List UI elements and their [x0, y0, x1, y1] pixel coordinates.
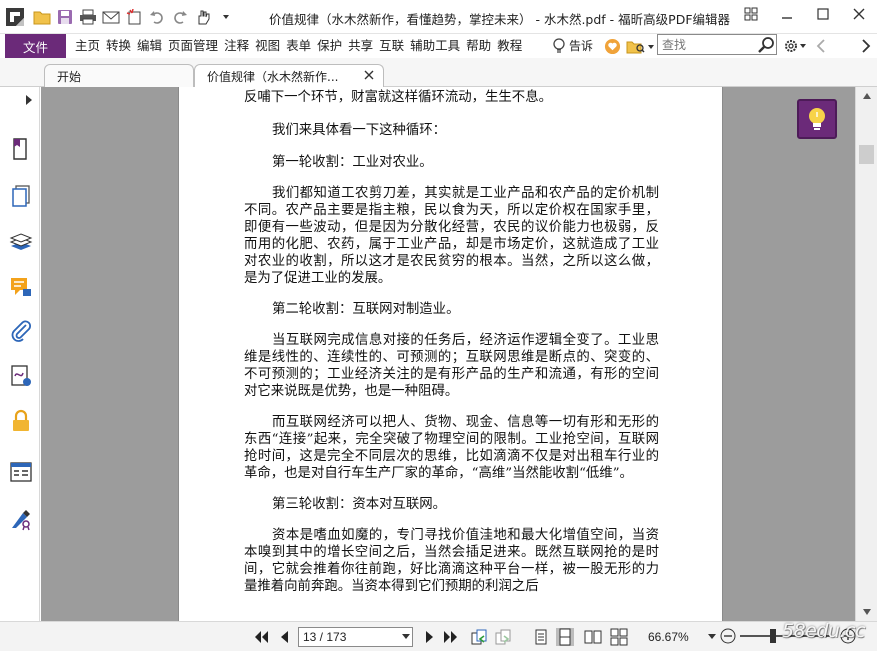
navigation-panel-toolbar — [0, 87, 40, 621]
signature-icon[interactable] — [9, 364, 33, 388]
menu-home[interactable]: 主页 — [72, 34, 103, 58]
qat-dropdown-icon[interactable] — [216, 8, 236, 26]
attachments-icon[interactable] — [9, 319, 33, 343]
first-page-icon[interactable] — [252, 628, 270, 646]
menu-page-management[interactable]: 页面管理 — [165, 34, 221, 58]
last-page-icon[interactable] — [442, 628, 460, 646]
status-bar: 66.67% — [0, 621, 877, 651]
tab-label: 价值规律（水木然新作... — [207, 69, 339, 84]
restore-layout-icon[interactable] — [733, 0, 769, 28]
paragraph: 我们都知道工农剪刀差，其实就是工业产品和农产品的定价机制不同。农产品主要是指主粮… — [244, 186, 659, 286]
new-document-icon[interactable] — [124, 8, 144, 26]
maximize-button[interactable] — [805, 0, 841, 28]
chevron-left-icon[interactable] — [815, 38, 827, 54]
continuous-view-icon[interactable] — [556, 628, 574, 646]
ribbon-tabs: 主页 转换 编辑 页面管理 注释 视图 表单 保护 共享 互联 辅助工具 帮助 … — [72, 34, 525, 58]
expand-panel-icon[interactable] — [25, 95, 33, 105]
paragraph: 反哺下一个环节，财富就这样循环流动，生生不息。 — [244, 90, 552, 105]
document-tabs: 开始 价值规律（水木然新作... — [0, 58, 877, 87]
menu-help[interactable]: 帮助 — [463, 34, 494, 58]
paragraph: 资本是嗜血如魔的，专门寻找价值洼地和最大化增值空间，当资本嗅到其中的增长空间之后… — [244, 528, 659, 594]
save-icon[interactable] — [55, 8, 75, 26]
search-icon[interactable] — [758, 36, 776, 54]
single-page-view-icon[interactable] — [532, 628, 550, 646]
menu-form[interactable]: 表单 — [283, 34, 314, 58]
paragraph: 我们来具体看一下这种循环： — [272, 123, 447, 138]
menu-convert[interactable]: 转换 — [103, 34, 134, 58]
tab-label: 开始 — [57, 69, 82, 84]
menu-edit[interactable]: 编辑 — [134, 34, 165, 58]
menu-bar: 文件 主页 转换 编辑 页面管理 注释 视图 表单 保护 共享 互联 辅助工具 … — [0, 34, 877, 58]
vertical-scrollbar[interactable] — [855, 87, 877, 621]
menu-view[interactable]: 视图 — [252, 34, 283, 58]
go-back-view-icon[interactable] — [470, 628, 488, 646]
layers-icon[interactable] — [9, 230, 33, 254]
tips-lightbulb-button[interactable] — [797, 99, 837, 139]
feedback-heart-icon[interactable] — [604, 38, 621, 55]
zoom-level[interactable]: 66.67% — [648, 630, 689, 644]
page-dropdown-icon[interactable] — [402, 634, 410, 640]
find-folder-icon[interactable] — [626, 38, 654, 55]
window-controls — [733, 0, 877, 28]
lightbulb-icon — [809, 108, 825, 130]
foxit-logo-icon — [6, 8, 24, 26]
watermark-text: 58edu.cc — [782, 620, 865, 642]
scrollbar-thumb[interactable] — [859, 145, 874, 164]
tell-me-label: 告诉 — [569, 39, 594, 53]
close-icon[interactable] — [363, 69, 375, 81]
next-page-icon[interactable] — [420, 628, 438, 646]
form-fields-icon[interactable] — [9, 460, 33, 484]
scroll-up-icon[interactable] — [862, 92, 872, 100]
paragraph: 第三轮收割：资本对互联网。 — [272, 497, 447, 512]
menu-share[interactable]: 共享 — [345, 34, 376, 58]
previous-page-icon[interactable] — [276, 628, 294, 646]
paragraph: 第二轮收割：互联网对制造业。 — [272, 302, 460, 317]
close-button[interactable] — [841, 0, 877, 28]
gear-icon[interactable] — [783, 37, 807, 55]
zoom-out-icon[interactable] — [720, 628, 736, 644]
security-icon[interactable] — [9, 409, 33, 433]
menu-comment[interactable]: 注释 — [221, 34, 252, 58]
file-menu-button[interactable]: 文件 — [5, 34, 66, 58]
menu-connect[interactable]: 互联 — [376, 34, 407, 58]
go-forward-view-icon[interactable] — [494, 628, 512, 646]
title-bar: 价值规律（水木然新作，看懂趋势，掌控未来） - 水木然.pdf - 福昕高级PD… — [0, 0, 877, 34]
facing-view-icon[interactable] — [584, 628, 602, 646]
minimize-button[interactable] — [769, 0, 805, 28]
window-title: 价值规律（水木然新作，看懂趋势，掌控未来） - 水木然.pdf - 福昕高级PD… — [269, 12, 731, 27]
menu-tutorial[interactable]: 教程 — [494, 34, 525, 58]
bookmark-icon[interactable] — [9, 137, 33, 161]
menu-accessibility[interactable]: 辅助工具 — [407, 34, 463, 58]
tab-document[interactable]: 价值规律（水木然新作... — [194, 64, 384, 87]
tell-me-button[interactable]: 告诉 — [552, 37, 593, 54]
comments-icon[interactable] — [9, 275, 33, 299]
undo-icon[interactable] — [147, 8, 167, 26]
print-icon[interactable] — [78, 8, 98, 26]
lightbulb-icon — [553, 37, 565, 53]
paragraph: 而互联网经济可以把人、货物、现金、信息等一切有形和无形的东西“连接”起来，完全突… — [244, 415, 659, 481]
document-viewport[interactable]: 反哺下一个环节，财富就这样循环流动，生生不息。 我们来具体看一下这种循环： 第一… — [41, 87, 855, 621]
hand-tool-icon[interactable] — [193, 8, 213, 26]
pdf-page[interactable]: 反哺下一个环节，财富就这样循环流动，生生不息。 我们来具体看一下这种循环： 第一… — [178, 87, 723, 621]
page-number-input[interactable] — [298, 627, 413, 647]
redo-icon[interactable] — [170, 8, 190, 26]
menu-protect[interactable]: 保护 — [314, 34, 345, 58]
chevron-right-icon[interactable] — [860, 38, 872, 54]
sign-tool-icon[interactable] — [9, 507, 33, 531]
zoom-dropdown-icon[interactable] — [708, 634, 716, 640]
open-folder-icon[interactable] — [32, 8, 52, 26]
page-thumbnails-icon[interactable] — [9, 183, 33, 207]
tab-start[interactable]: 开始 — [44, 64, 194, 87]
continuous-facing-view-icon[interactable] — [610, 628, 628, 646]
paragraph: 当互联网完成信息对接的任务后，经济运作逻辑全变了。工业思维是线性的、连续性的、可… — [244, 333, 659, 399]
paragraph: 第一轮收割：工业对农业。 — [272, 155, 433, 170]
quick-access-toolbar — [32, 8, 236, 26]
scroll-down-icon[interactable] — [862, 608, 872, 616]
email-icon[interactable] — [101, 8, 121, 26]
zoom-slider-handle[interactable] — [770, 629, 776, 643]
page-text: 反哺下一个环节，财富就这样循环流动，生生不息。 我们来具体看一下这种循环： 第一… — [244, 87, 659, 595]
